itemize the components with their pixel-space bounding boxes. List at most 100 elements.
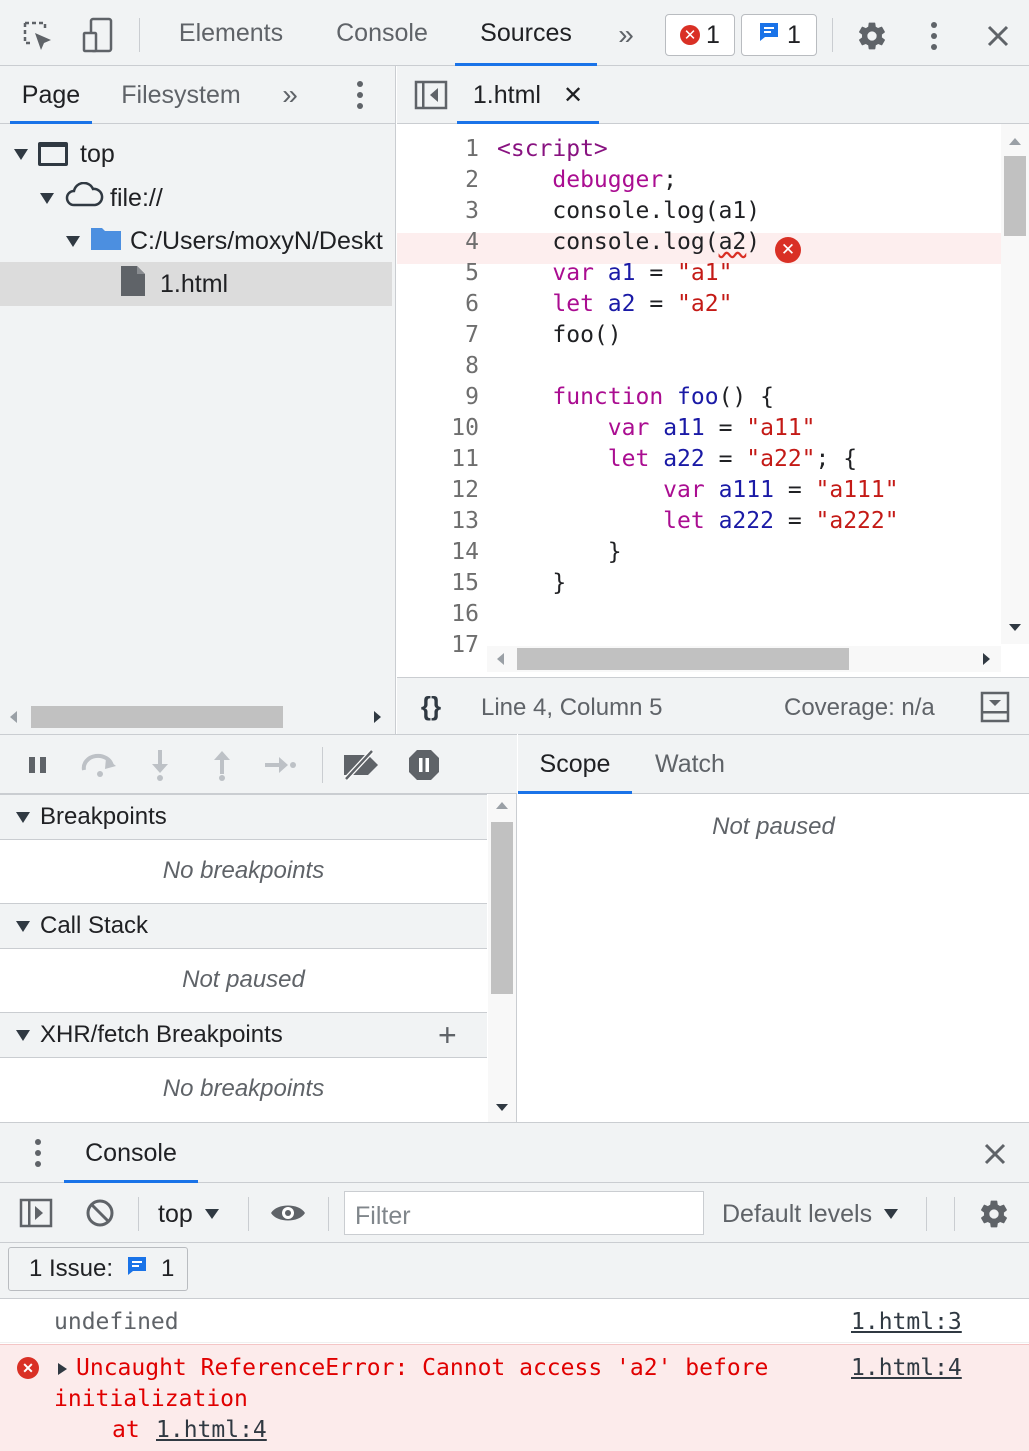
- editor-horizontal-scrollbar[interactable]: [487, 646, 1001, 672]
- line-number[interactable]: 2: [397, 165, 479, 196]
- issues-count: 1: [161, 1255, 175, 1282]
- section-title: Call Stack: [40, 912, 149, 939]
- line-number[interactable]: 13: [397, 506, 479, 537]
- issue-count-badge[interactable]: 1: [741, 14, 817, 56]
- line-number[interactable]: 3: [397, 196, 479, 227]
- navigator-menu-icon[interactable]: [340, 74, 380, 116]
- context-selector[interactable]: top: [158, 1197, 219, 1231]
- console-settings-gear-icon[interactable]: [974, 1195, 1014, 1233]
- line-number[interactable]: 15: [397, 568, 479, 599]
- message-source-link[interactable]: 1.html:4: [851, 1355, 962, 1381]
- tree-item-origin[interactable]: file://: [40, 176, 163, 220]
- code-line: foo(): [497, 322, 622, 348]
- tab-page[interactable]: Page: [10, 66, 92, 124]
- show-console-sidebar-icon[interactable]: [16, 1195, 56, 1231]
- log-levels-dropdown[interactable]: Default levels: [722, 1197, 899, 1231]
- step-icon[interactable]: [262, 749, 300, 781]
- add-xhr-breakpoint-icon[interactable]: +: [438, 1017, 457, 1054]
- line-number[interactable]: 9: [397, 382, 479, 413]
- line-number[interactable]: 8: [397, 351, 479, 382]
- tree-item-top[interactable]: top: [14, 132, 115, 176]
- more-tabs-icon[interactable]: »: [604, 14, 648, 56]
- more-options-icon[interactable]: [912, 14, 956, 58]
- scroll-up-icon[interactable]: [1009, 138, 1021, 145]
- scroll-up-icon[interactable]: [496, 802, 508, 809]
- toggle-navigator-icon[interactable]: [413, 78, 449, 112]
- scrollbar-thumb[interactable]: [31, 706, 283, 728]
- error-count-badge[interactable]: ✕ 1: [665, 14, 735, 56]
- live-expression-eye-icon[interactable]: [266, 1195, 310, 1231]
- more-navigator-tabs-icon[interactable]: »: [270, 74, 310, 116]
- code-line: <script>: [497, 134, 608, 165]
- tab-elements[interactable]: Elements: [158, 0, 304, 66]
- scrollbar-thumb[interactable]: [491, 822, 513, 994]
- step-over-icon[interactable]: [78, 749, 122, 781]
- device-toolbar-icon[interactable]: [76, 14, 120, 58]
- tab-sources[interactable]: Sources: [455, 0, 597, 66]
- message-source-link[interactable]: 1.html:3: [851, 1309, 962, 1335]
- tab-file-1-html[interactable]: 1.html ✕: [457, 66, 599, 124]
- folder-icon: [90, 225, 122, 258]
- file-tab-label: 1.html: [472, 80, 541, 109]
- code-area[interactable]: 1 2 3 4 5 6 7 8 9 10 11 12 13 14 15 16 1…: [397, 124, 1001, 677]
- tree-item-file[interactable]: 1.html: [0, 262, 392, 306]
- pretty-print-icon[interactable]: {}: [411, 688, 451, 724]
- scroll-down-icon[interactable]: [1009, 624, 1021, 631]
- settings-gear-icon[interactable]: [850, 14, 894, 58]
- close-tab-icon[interactable]: ✕: [563, 81, 583, 110]
- show-drawer-icon[interactable]: [979, 690, 1011, 724]
- tab-filesystem[interactable]: Filesystem: [112, 66, 250, 124]
- tree-item-folder[interactable]: C:/Users/moxyN/Deskt: [66, 219, 392, 263]
- xhr-breakpoints-section-header[interactable]: XHR/fetch Breakpoints +: [0, 1012, 487, 1058]
- line-number[interactable]: 17: [397, 630, 479, 661]
- clear-console-icon[interactable]: [80, 1195, 120, 1231]
- navigator-horizontal-scrollbar[interactable]: [4, 704, 392, 728]
- line-number[interactable]: 4: [397, 227, 479, 258]
- scroll-left-icon[interactable]: [497, 653, 504, 665]
- pause-icon[interactable]: [20, 749, 56, 781]
- tab-scope[interactable]: Scope: [518, 735, 632, 794]
- editor-tabs: 1.html ✕: [397, 66, 1029, 124]
- scroll-left-icon[interactable]: [10, 711, 17, 723]
- pause-on-exceptions-icon[interactable]: [404, 747, 444, 783]
- breakpoints-empty-message: No breakpoints: [162, 857, 325, 884]
- tab-watch[interactable]: Watch: [640, 735, 740, 794]
- line-number[interactable]: 6: [397, 289, 479, 320]
- tab-console[interactable]: Console: [316, 0, 448, 66]
- step-into-icon[interactable]: [144, 747, 176, 783]
- scrollbar-thumb[interactable]: [517, 648, 849, 670]
- console-filter-input[interactable]: Filter: [344, 1191, 704, 1235]
- line-number[interactable]: 5: [397, 258, 479, 289]
- scroll-right-icon[interactable]: [374, 711, 381, 723]
- deactivate-breakpoints-icon[interactable]: [338, 747, 384, 783]
- debugger-sidebar-scrollbar[interactable]: [488, 794, 516, 1122]
- editor-vertical-scrollbar[interactable]: [1001, 124, 1029, 644]
- close-devtools-icon[interactable]: [976, 14, 1020, 58]
- scroll-down-icon[interactable]: [496, 1104, 508, 1111]
- inline-error-icon[interactable]: ✕: [775, 237, 801, 263]
- scrollbar-thumb[interactable]: [1004, 156, 1026, 236]
- scope-panel: Scope Watch Not paused: [518, 734, 1029, 1122]
- line-number[interactable]: 11: [397, 444, 479, 475]
- filter-placeholder: Filter: [355, 1202, 411, 1230]
- inspect-element-icon[interactable]: [16, 14, 60, 58]
- issues-button[interactable]: 1 Issue: 1: [8, 1247, 188, 1291]
- line-number[interactable]: 7: [397, 320, 479, 351]
- collapse-triangle-icon: [16, 1029, 30, 1041]
- line-number[interactable]: 10: [397, 413, 479, 444]
- call-stack-section-header[interactable]: Call Stack: [0, 903, 487, 949]
- step-out-icon[interactable]: [206, 747, 238, 783]
- close-drawer-icon[interactable]: [976, 1135, 1014, 1173]
- scroll-right-icon[interactable]: [983, 653, 990, 665]
- line-number[interactable]: 16: [397, 599, 479, 630]
- line-number[interactable]: 1: [397, 134, 479, 165]
- stack-frame-link[interactable]: 1.html:4: [156, 1417, 267, 1443]
- drawer-tab-console[interactable]: Console: [64, 1123, 198, 1183]
- breakpoints-section-header[interactable]: Breakpoints: [0, 794, 487, 840]
- code-line: function foo() {: [552, 384, 774, 410]
- code-line: }: [497, 570, 567, 596]
- line-number[interactable]: 12: [397, 475, 479, 506]
- drawer-menu-icon[interactable]: [22, 1133, 54, 1173]
- expand-error-triangle-icon[interactable]: [58, 1363, 67, 1375]
- line-number[interactable]: 14: [397, 537, 479, 568]
